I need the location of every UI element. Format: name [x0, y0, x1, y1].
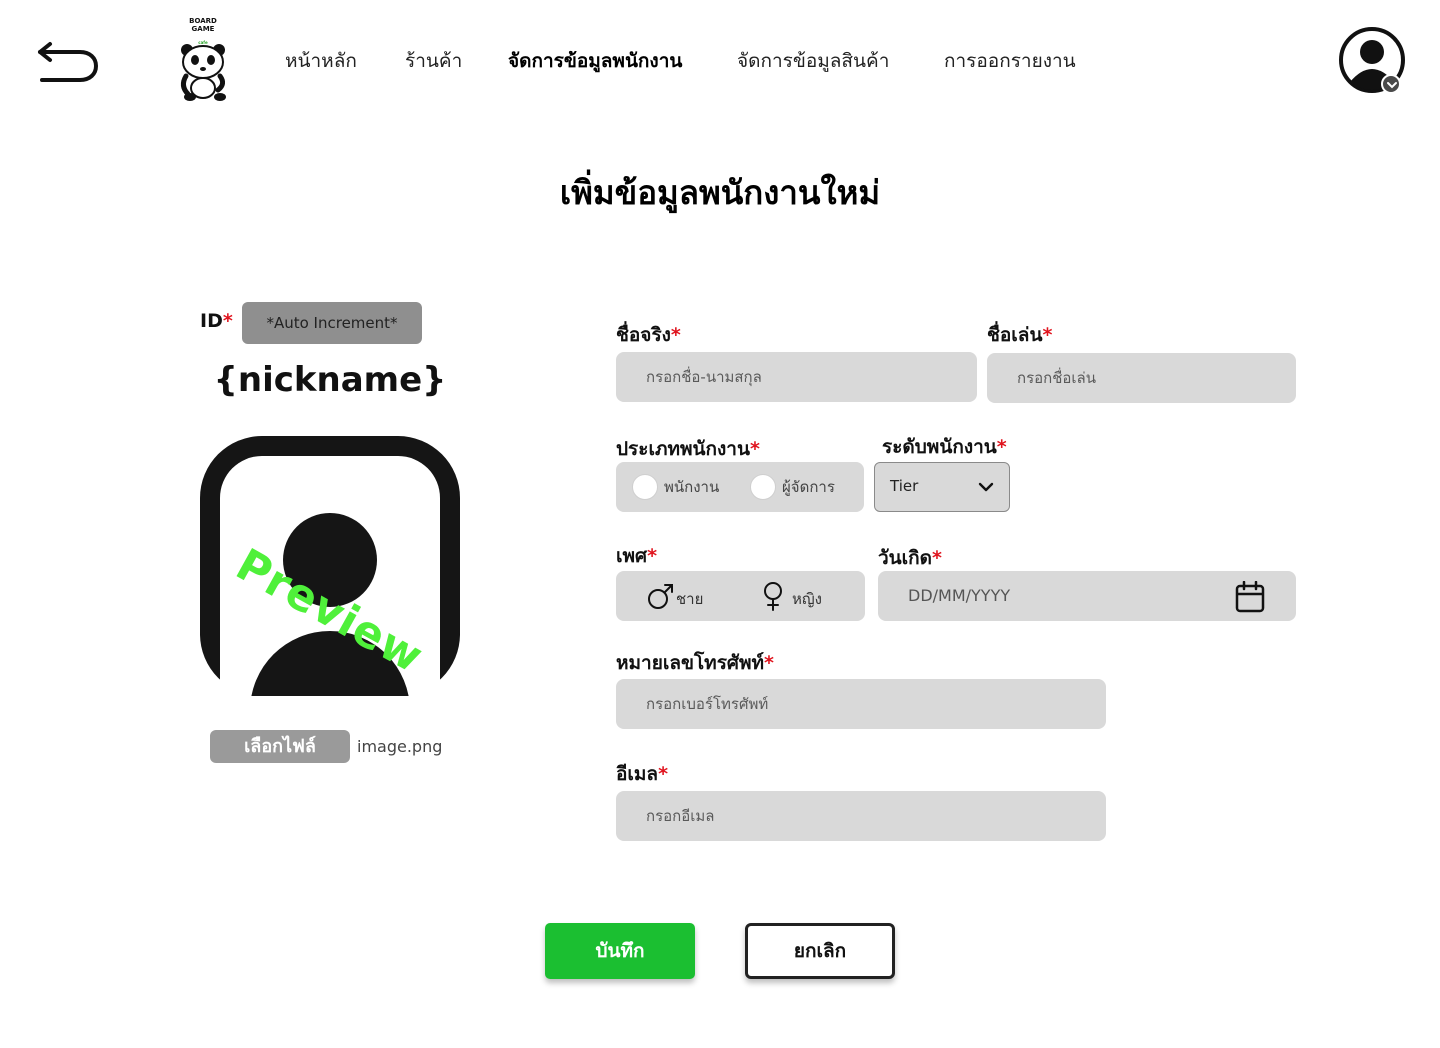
fullname-field[interactable]: [616, 352, 977, 402]
employee-type-label: ประเภทพนักงาน*: [616, 438, 760, 460]
radio-button[interactable]: [632, 474, 658, 500]
employee-type-option-staff[interactable]: พนักงาน: [632, 474, 742, 500]
id-label: ID*: [200, 310, 233, 332]
nav-item-home[interactable]: หน้าหลัก: [285, 46, 357, 76]
gender-option-label: หญิง: [792, 590, 822, 608]
employee-level-value: Tier: [890, 477, 919, 495]
nav-item-products[interactable]: จัดการข้อมูลสินค้า: [737, 46, 889, 76]
email-label: อีเมล*: [616, 763, 669, 785]
file-name: image.png: [357, 737, 443, 756]
phone-field[interactable]: [616, 679, 1106, 729]
calendar-icon[interactable]: [1235, 581, 1265, 613]
gender-option-male[interactable]: ชาย: [646, 581, 746, 611]
chevron-down-icon: [978, 482, 994, 492]
panda-logo-icon: [180, 44, 226, 101]
gender-radio-group: ชาย หญิง: [616, 571, 865, 621]
male-symbol-icon: [648, 584, 673, 609]
employee-type-radio-group: พนักงาน ผู้จัดการ: [616, 462, 864, 512]
back-button[interactable]: [36, 34, 102, 88]
birthday-label: วันเกิด*: [878, 547, 942, 569]
radio-label: พนักงาน: [664, 478, 720, 496]
nickname-input[interactable]: [1017, 353, 1296, 403]
email-field[interactable]: [616, 791, 1106, 841]
choose-file-button[interactable]: เลือกไฟล์: [210, 730, 350, 763]
profile-image-preview: Preview: [200, 436, 460, 696]
phone-input[interactable]: [646, 679, 1106, 729]
employee-type-option-manager[interactable]: ผู้จัดการ: [750, 474, 860, 500]
chevron-down-icon[interactable]: [1381, 74, 1401, 94]
nav-item-employees[interactable]: จัดการข้อมูลพนักงาน: [508, 46, 682, 76]
employee-level-select[interactable]: Tier: [874, 462, 1010, 512]
nav-item-reports[interactable]: การออกรายงาน: [944, 46, 1076, 76]
gender-option-female[interactable]: หญิง: [762, 581, 862, 611]
save-button[interactable]: บันทึก: [545, 923, 695, 979]
phone-label: หมายเลขโทรศัพท์*: [616, 652, 774, 674]
radio-button[interactable]: [750, 474, 776, 500]
fullname-input[interactable]: [646, 352, 977, 402]
nickname-display: {nickname}: [213, 360, 447, 400]
employee-level-label: ระดับพนักงาน*: [882, 436, 1007, 458]
nickname-label: ชื่อเล่น*: [987, 324, 1053, 346]
email-input[interactable]: [646, 791, 1106, 841]
female-symbol-icon: [764, 582, 782, 611]
birthday-placeholder: DD/MM/YYYY: [908, 586, 1011, 605]
radio-label: ผู้จัดการ: [782, 478, 835, 496]
fullname-label: ชื่อจริง*: [616, 324, 681, 346]
birthday-field[interactable]: DD/MM/YYYY: [878, 571, 1296, 621]
page-title: เพิ่มข้อมูลพนักงานใหม่: [559, 173, 881, 212]
nav-item-store[interactable]: ร้านค้า: [405, 46, 462, 76]
nickname-field[interactable]: [987, 353, 1296, 403]
cancel-button[interactable]: ยกเลิก: [745, 923, 895, 979]
gender-label: เพศ*: [616, 545, 658, 567]
id-field: *Auto Increment*: [242, 302, 422, 344]
brand-logo[interactable]: BOARD GAME cafe: [170, 14, 236, 104]
undo-arrow-icon: [38, 42, 99, 82]
gender-option-label: ชาย: [676, 590, 704, 608]
